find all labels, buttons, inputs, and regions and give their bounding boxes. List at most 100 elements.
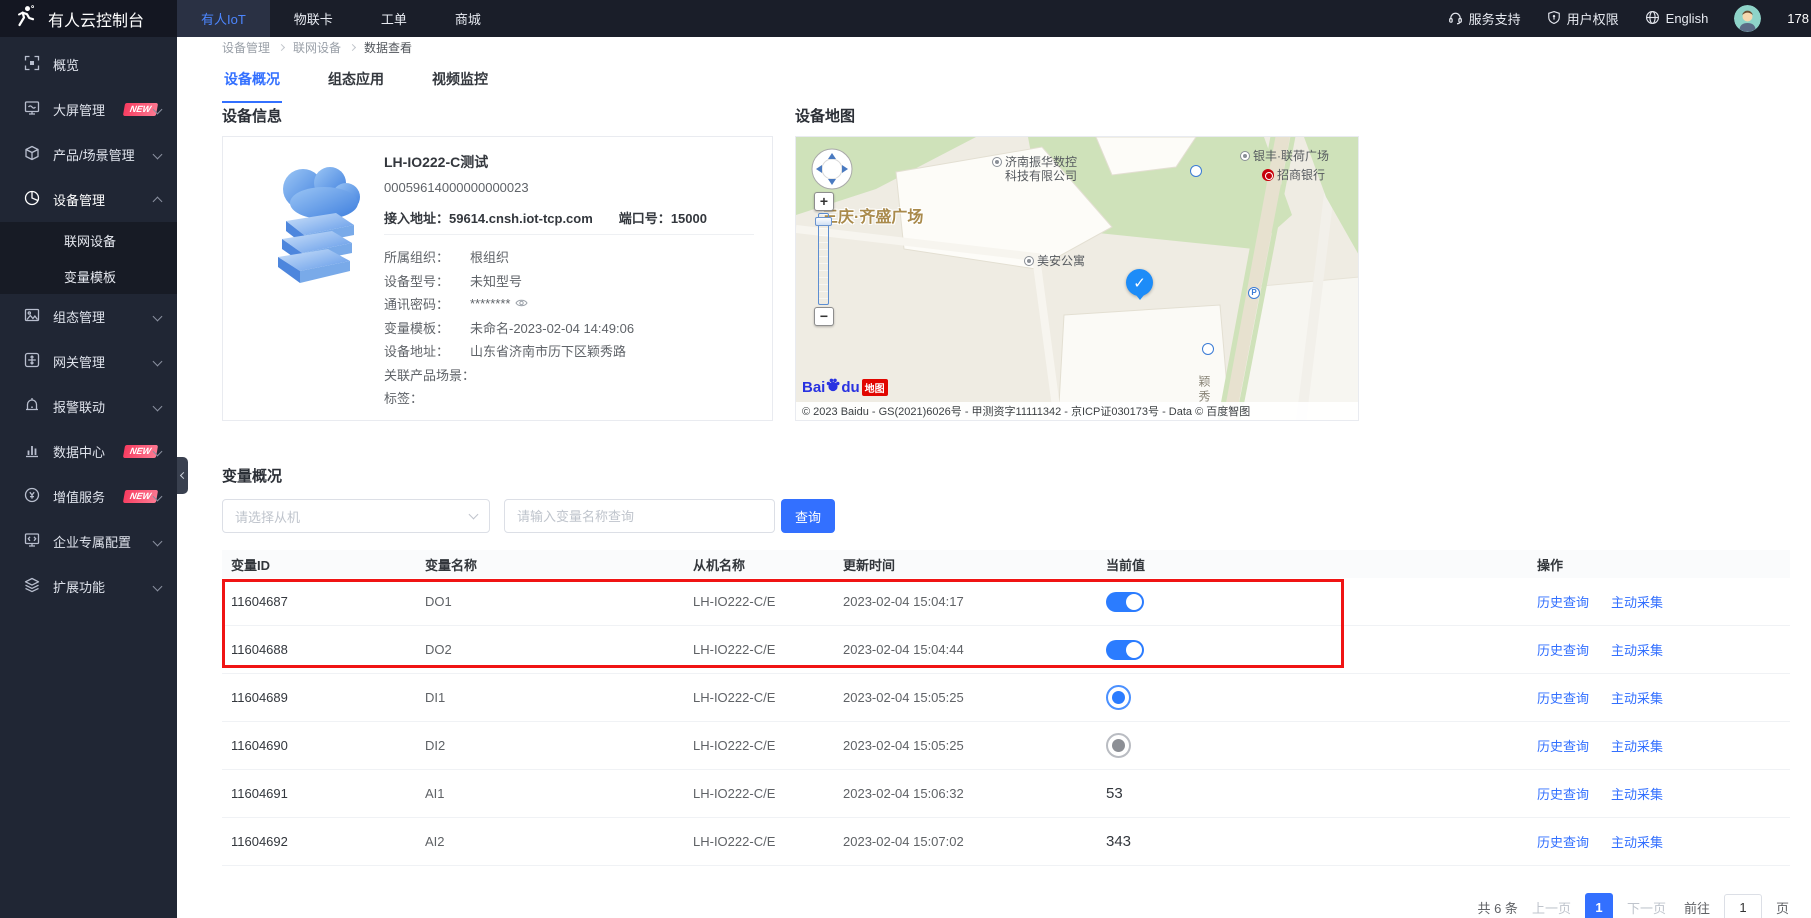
active-collect-link[interactable]: 主动采集 <box>1611 736 1663 755</box>
active-collect-link[interactable]: 主动采集 <box>1611 832 1663 851</box>
poi-dot-icon <box>992 157 1002 167</box>
gateway-icon <box>24 352 40 371</box>
chevron-down-icon <box>153 402 163 412</box>
avatar[interactable] <box>1734 5 1761 32</box>
topnav-mall[interactable]: 商城 <box>431 0 505 37</box>
chevron-right-icon <box>278 44 285 51</box>
breadcrumb-device-mgmt[interactable]: 设备管理 <box>222 39 270 56</box>
field-product-scene: 关联产品场景： <box>384 363 634 387</box>
permissions-link[interactable]: 用户权限 <box>1547 9 1619 28</box>
tab-device-overview[interactable]: 设备概况 <box>222 63 282 103</box>
map-pan-control[interactable] <box>810 147 854 196</box>
map-zoom-handle[interactable] <box>815 217 832 226</box>
device-illustration <box>258 159 380 302</box>
history-query-link[interactable]: 历史查询 <box>1537 736 1589 755</box>
current-page-button[interactable]: 1 <box>1585 893 1613 918</box>
map-zoom-in-button[interactable]: + <box>814 192 834 211</box>
pagination: 共 6 条 上一页 1 下一页 前往 页 <box>1477 893 1789 918</box>
goto-page-input[interactable] <box>1724 894 1762 918</box>
toggle-on[interactable] <box>1106 640 1144 660</box>
support-link[interactable]: 服务支持 <box>1448 9 1521 28</box>
field-password: 通讯密码： ******** <box>384 292 634 316</box>
sidebar-item-gateway[interactable]: 网关管理 <box>0 339 177 384</box>
history-query-link[interactable]: 历史查询 <box>1537 784 1589 803</box>
map-poi-blue-icon <box>1190 165 1202 177</box>
sidebar-item-network-devices[interactable]: 联网设备 <box>0 222 177 258</box>
map-device-marker[interactable]: ✓ <box>1126 269 1153 296</box>
tab-video-monitor[interactable]: 视频监控 <box>430 63 490 103</box>
breadcrumb: 设备管理 联网设备 数据查看 <box>222 39 412 56</box>
tab-configuration-app[interactable]: 组态应用 <box>326 63 386 103</box>
sidebar-item-alarm[interactable]: 报警联动 <box>0 384 177 429</box>
field-template: 变量模板：未命名-2023-02-04 14:49:06 <box>384 316 634 340</box>
slave-select[interactable]: 请选择从机 <box>222 499 490 533</box>
table-header: 变量ID 变量名称 从机名称 更新时间 当前值 操作 <box>222 550 1790 578</box>
prev-page-button[interactable]: 上一页 <box>1532 898 1571 917</box>
field-address: 设备地址：山东省济南市历下区颖秀路 <box>384 339 634 363</box>
sidebar-item-configuration[interactable]: 组态管理 <box>0 294 177 339</box>
history-query-link[interactable]: 历史查询 <box>1537 640 1589 659</box>
indicator-off <box>1106 733 1131 758</box>
globe-icon <box>1645 10 1660 28</box>
field-org: 所属组织：根组织 <box>384 245 634 269</box>
total-count: 共 6 条 <box>1477 898 1517 917</box>
indicator-on <box>1106 685 1131 710</box>
breadcrumb-data-view: 数据查看 <box>364 39 412 56</box>
topnav-sim[interactable]: 物联卡 <box>270 0 357 37</box>
baidu-paw-icon <box>825 377 841 398</box>
bar-chart-icon <box>24 442 40 461</box>
sidebar-item-extensions[interactable]: 扩展功能 <box>0 564 177 609</box>
alarm-icon <box>24 397 40 416</box>
page-unit-label: 页 <box>1776 898 1789 917</box>
device-access: 接入地址：59614.cnsh.iot-tcp.com端口号：15000 <box>384 208 707 227</box>
sidebar-item-devices[interactable]: 设备管理 <box>0 177 177 222</box>
layers-icon <box>24 577 40 596</box>
sidebar-item-overview[interactable]: 概览 <box>0 42 177 87</box>
devices-submenu: 联网设备 变量模板 <box>0 222 177 294</box>
map-attribution: © 2023 Baidu - GS(2021)6026号 - 甲测资字11111… <box>796 402 1358 420</box>
device-info-title: 设备信息 <box>222 105 282 126</box>
sidebar-item-enterprise[interactable]: 企业专属配置 <box>0 519 177 564</box>
username[interactable]: 178 <box>1787 11 1809 26</box>
sidebar-item-bigscreen[interactable]: 大屏管理 NEW <box>0 87 177 132</box>
topbar: 有人云控制台 有人IoT 物联卡 工单 商城 服务支持 用户权限 English <box>0 0 1811 37</box>
device-info-card: LH-IO222-C测试 00059614000000000023 接入地址：5… <box>222 136 773 421</box>
table-row-di2: 11604690 DI2 LH-IO222-C/E 2023-02-04 15:… <box>222 722 1790 770</box>
page: 有人云控制台 有人IoT 物联卡 工单 商城 服务支持 用户权限 English <box>0 0 1811 918</box>
history-query-link[interactable]: 历史查询 <box>1537 592 1589 611</box>
sidebar-item-valueadded[interactable]: 增值服务 NEW <box>0 474 177 519</box>
device-map[interactable]: + − 济南振华数控科技有限公司 三庆·齐盛广场 美安公寓 银丰·联荷广场 招商… <box>795 136 1359 421</box>
history-query-link[interactable]: 历史查询 <box>1537 688 1589 707</box>
topnav-workorder[interactable]: 工单 <box>357 0 431 37</box>
eye-icon[interactable] <box>515 296 528 311</box>
topbar-right: 服务支持 用户权限 English 178 <box>1448 0 1811 37</box>
divider <box>384 234 754 235</box>
map-zoom-out-button[interactable]: − <box>814 307 834 326</box>
variable-search-input[interactable] <box>504 499 775 533</box>
toggle-on[interactable] <box>1106 592 1144 612</box>
history-query-link[interactable]: 历史查询 <box>1537 832 1589 851</box>
query-button[interactable]: 查询 <box>781 499 835 533</box>
active-collect-link[interactable]: 主动采集 <box>1611 592 1663 611</box>
overview-icon <box>24 55 40 74</box>
active-collect-link[interactable]: 主动采集 <box>1611 688 1663 707</box>
sidebar-item-datacenter[interactable]: 数据中心 NEW <box>0 429 177 474</box>
sidebar-item-products[interactable]: 产品/场景管理 <box>0 132 177 177</box>
current-value: 343 <box>1097 833 1528 850</box>
breadcrumb-network-devices[interactable]: 联网设备 <box>293 39 341 56</box>
topnav-iot[interactable]: 有人IoT <box>177 0 270 37</box>
pie-chart-icon <box>24 190 40 209</box>
sidebar-item-variable-templates[interactable]: 变量模板 <box>0 258 177 294</box>
top-nav: 有人IoT 物联卡 工单 商城 <box>177 0 505 37</box>
sidebar-collapse-handle[interactable] <box>177 457 188 494</box>
next-page-button[interactable]: 下一页 <box>1627 898 1666 917</box>
map-poi-company: 济南振华数控科技有限公司 <box>992 155 1077 183</box>
language-switch[interactable]: English <box>1645 10 1709 28</box>
active-collect-link[interactable]: 主动采集 <box>1611 784 1663 803</box>
main-content: 设备管理 联网设备 数据查看 设备概况 组态应用 视频监控 设备信息 设备地图 <box>177 37 1811 918</box>
map-zoom-slider[interactable] <box>818 213 829 305</box>
active-collect-link[interactable]: 主动采集 <box>1611 640 1663 659</box>
chevron-down-icon <box>153 312 163 322</box>
device-map-title: 设备地图 <box>795 105 855 126</box>
shield-icon <box>1547 10 1561 28</box>
